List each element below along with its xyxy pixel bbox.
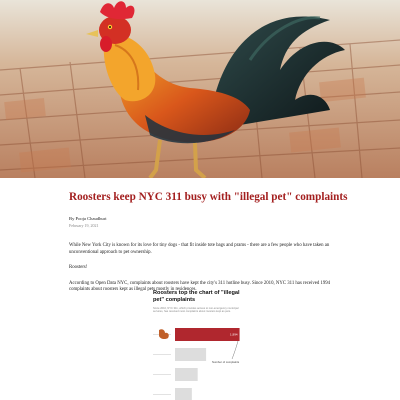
bar — [175, 368, 198, 381]
hero-image — [0, 0, 400, 178]
category-label-placeholder — [153, 394, 171, 395]
publish-date: February 19, 2021 — [69, 223, 99, 228]
bar — [175, 348, 207, 361]
rooster-illustration-icon — [0, 0, 400, 178]
chart-figure: Roosters top the chart of "illegal pet" … — [150, 290, 250, 400]
article-title: Roosters keep NYC 311 busy with "illegal… — [69, 191, 348, 203]
category-label-placeholder — [153, 374, 171, 375]
bar-chart: 1,994 Number of complaints — [153, 328, 240, 400]
rooster-marker-icon — [159, 329, 169, 340]
paragraph-intro: While New York City is known for its lov… — [69, 243, 330, 255]
annotation-pointer — [231, 340, 239, 360]
bar — [175, 388, 192, 400]
author-byline[interactable]: By Pooja Chaudhuri — [69, 216, 331, 221]
page: Roosters keep NYC 311 busy with "illegal… — [0, 0, 400, 400]
article: Roosters keep NYC 311 busy with "illegal… — [69, 178, 348, 294]
paragraph-roosters: Roosters! — [69, 265, 88, 271]
category-label-placeholder — [153, 354, 171, 355]
bar-value-label: 1,994 — [230, 333, 238, 337]
annotation-label: Number of complaints — [212, 360, 240, 364]
